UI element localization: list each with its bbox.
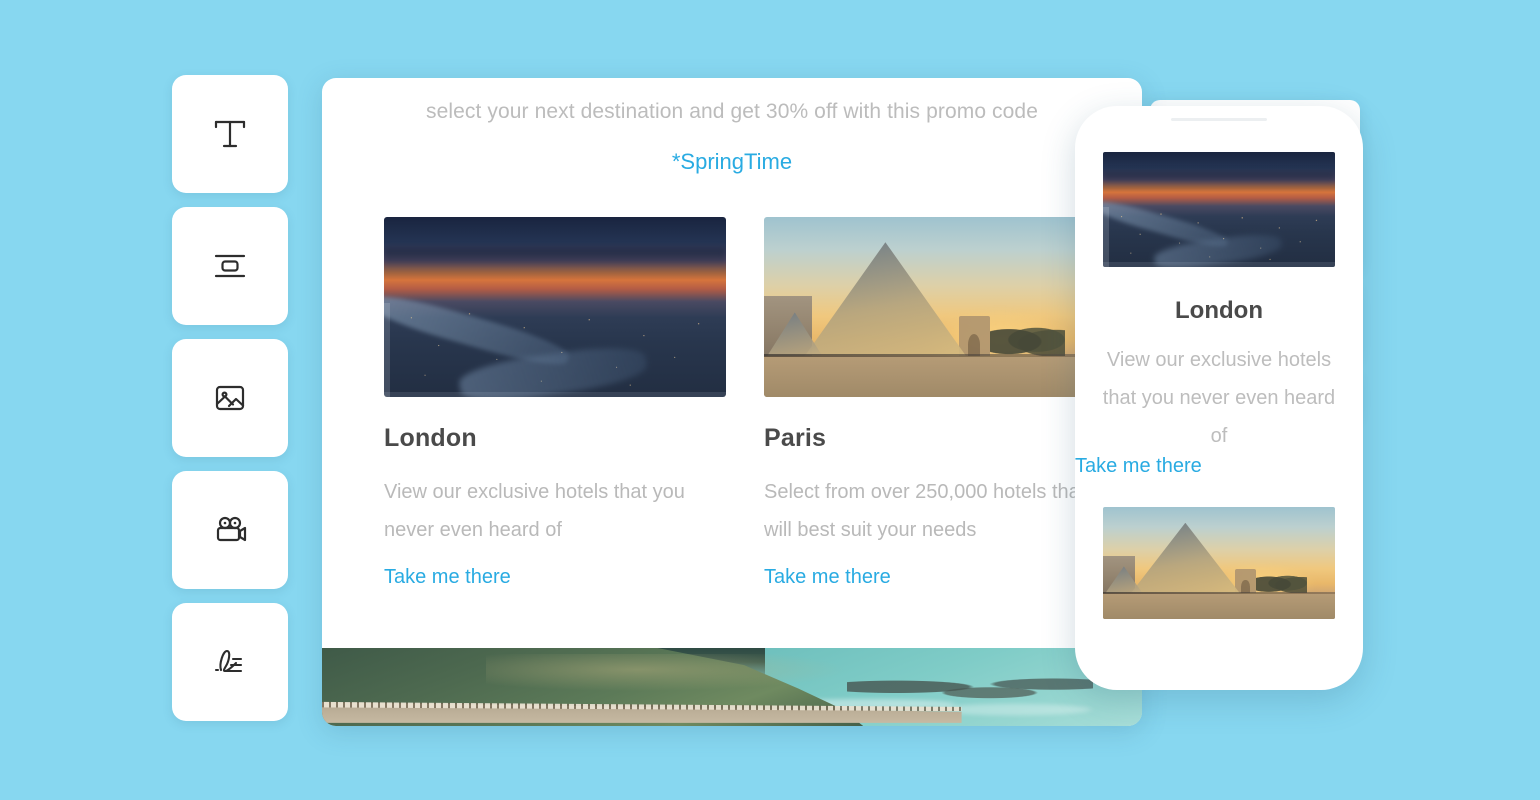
tool-button-text[interactable] [172, 75, 288, 193]
mobile-preview-screen: London View our exclusive hotels that yo… [1075, 140, 1363, 690]
destination-title[interactable]: Paris [764, 424, 1106, 453]
preview-image-london[interactable] [1103, 152, 1335, 267]
preview-image-paris[interactable] [1103, 507, 1335, 619]
canvas-stage: select your next destination and get 30%… [0, 0, 1540, 800]
preview-link[interactable]: Take me there [1075, 455, 1202, 477]
destination-card-paris[interactable]: Paris Select from over 250,000 hotels th… [764, 217, 1106, 589]
signature-tool-icon [207, 639, 253, 685]
image-tool-icon [207, 375, 253, 421]
text-tool-icon [207, 111, 253, 157]
destination-image-london[interactable] [384, 217, 726, 397]
button-block-icon [207, 243, 253, 289]
destination-card-row: London View our exclusive hotels that yo… [322, 217, 1142, 589]
tool-button-video[interactable] [172, 471, 288, 589]
phone-speaker-icon [1171, 118, 1267, 121]
tool-button-button[interactable] [172, 207, 288, 325]
destination-description[interactable]: Select from over 250,000 hotels that wil… [764, 473, 1106, 549]
destination-link[interactable]: Take me there [384, 566, 511, 589]
destination-image-paris[interactable] [764, 217, 1106, 397]
video-tool-icon [207, 507, 253, 553]
destination-title[interactable]: London [384, 424, 726, 453]
destination-card-london[interactable]: London View our exclusive hotels that yo… [384, 217, 726, 589]
email-editor-canvas: select your next destination and get 30%… [322, 78, 1142, 726]
preview-description: View our exclusive hotels that you never… [1102, 349, 1336, 447]
tool-button-signature[interactable] [172, 603, 288, 721]
tool-button-image[interactable] [172, 339, 288, 457]
promo-headline[interactable]: select your next destination and get 30%… [322, 100, 1142, 124]
footer-banner-image[interactable] [322, 648, 1142, 726]
preview-title: London [1175, 297, 1263, 324]
destination-link[interactable]: Take me there [764, 566, 891, 589]
block-toolbar [172, 75, 288, 735]
destination-description[interactable]: View our exclusive hotels that you never… [384, 473, 726, 549]
promo-code-text[interactable]: *SpringTime [322, 149, 1142, 175]
mobile-preview-device: London View our exclusive hotels that yo… [1075, 106, 1363, 690]
